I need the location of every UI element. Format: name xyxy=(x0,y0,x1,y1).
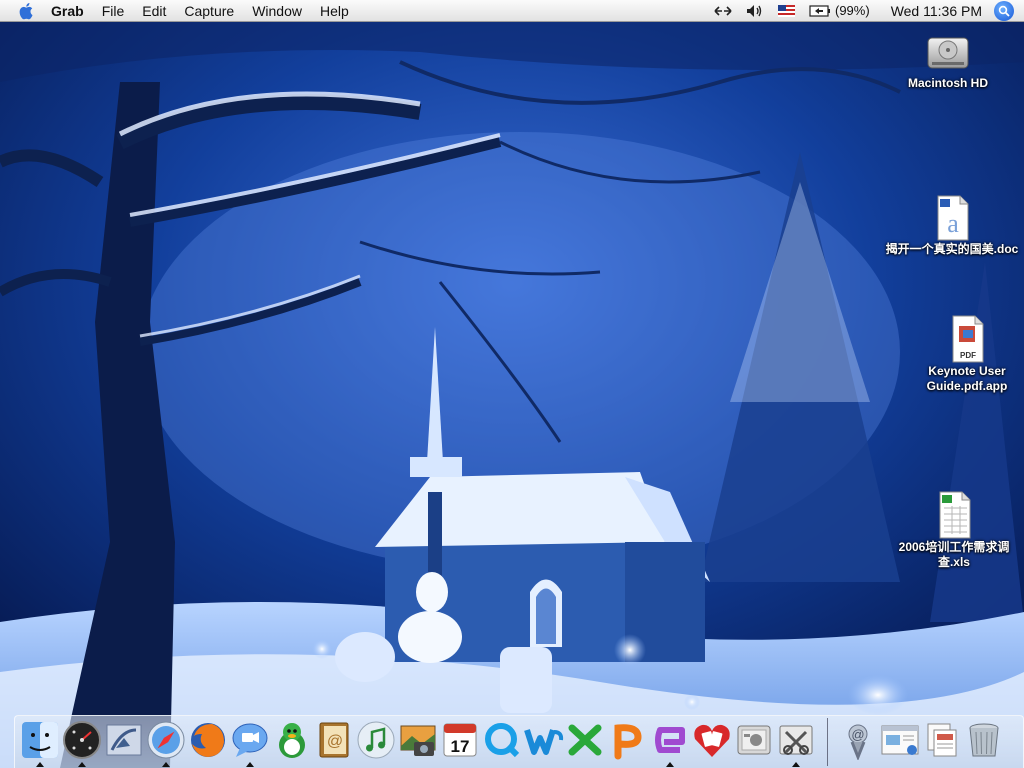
menu-extras: (99%) Wed 11:36 PM xyxy=(707,0,1024,22)
running-indicator xyxy=(666,762,674,767)
desktop-icon-label: 2006培训工作需求调 查.xls xyxy=(899,540,1010,570)
desktop-icon-doc[interactable]: a 揭开一个真实的国美.doc xyxy=(880,194,1024,257)
solitaire-icon xyxy=(694,724,730,757)
word-icon xyxy=(524,729,564,755)
dock-finder[interactable] xyxy=(20,720,60,760)
dock-system-prefs[interactable] xyxy=(734,720,774,760)
dock-safari[interactable] xyxy=(146,720,186,760)
ichat-icon xyxy=(232,723,268,757)
desktop-icon-xls[interactable]: 2006培训工作需求调 查.xls xyxy=(884,490,1024,570)
dock-ichat[interactable] xyxy=(230,720,270,760)
trash-icon xyxy=(969,723,999,757)
safari-icon xyxy=(147,721,185,759)
menu-bar: Grab File Edit Capture Window Help (99%)… xyxy=(0,0,1024,22)
firefox-icon xyxy=(191,723,225,757)
svg-text:PDF: PDF xyxy=(960,351,976,360)
menu-file[interactable]: File xyxy=(93,0,134,22)
dock-grab[interactable] xyxy=(776,720,816,760)
dock-excel[interactable] xyxy=(566,720,606,760)
menu-app-name[interactable]: Grab xyxy=(42,0,93,22)
dock-address-book[interactable]: @ xyxy=(314,720,354,760)
desktop-icon-label-line: 2006培训工作需求调 xyxy=(898,540,1010,554)
dock-trash[interactable] xyxy=(964,720,1004,760)
dashboard-icon xyxy=(63,721,101,759)
menu-edit[interactable]: Edit xyxy=(133,0,175,22)
qq-icon xyxy=(279,723,305,758)
excel-icon xyxy=(568,724,602,756)
running-indicator xyxy=(246,762,254,767)
pdf-icon: PDF xyxy=(952,315,984,363)
dock-web-document[interactable] xyxy=(880,720,920,760)
apple-menu-icon[interactable] xyxy=(12,0,42,22)
battery-percent: (99%) xyxy=(835,3,870,18)
dock-downloads-stack[interactable]: @ xyxy=(838,720,878,760)
svg-text:@: @ xyxy=(851,727,864,742)
menu-help[interactable]: Help xyxy=(311,0,358,22)
volume-icon[interactable] xyxy=(739,4,771,18)
dock-ical[interactable]: 17 xyxy=(440,720,480,760)
svg-text:a: a xyxy=(947,209,959,238)
dock-word[interactable] xyxy=(524,720,564,760)
network-sync-icon[interactable] xyxy=(707,5,739,16)
desktop-icon-label: Keynote User Guide.pdf.app xyxy=(927,364,1008,394)
finder-icon xyxy=(22,722,58,758)
system-prefs-icon xyxy=(737,725,771,755)
excel-document-icon xyxy=(939,491,971,539)
battery-icon xyxy=(809,4,830,17)
iphoto-icon xyxy=(400,725,436,756)
office-q-icon xyxy=(485,723,520,758)
dock-entourage[interactable] xyxy=(650,720,690,760)
spotlight-icon[interactable] xyxy=(994,0,1014,21)
desktop-icon-label-line: Guide.pdf.app xyxy=(926,379,1008,393)
address-book-icon: @ xyxy=(319,722,349,758)
grab-icon xyxy=(779,725,813,755)
us-flag-icon[interactable] xyxy=(771,4,802,17)
menu-window[interactable]: Window xyxy=(243,0,311,22)
downloads-stack-icon: @ xyxy=(848,724,868,760)
desktop-icon-label-line: 查.xls xyxy=(937,555,970,569)
dock-solitaire[interactable] xyxy=(692,720,732,760)
dock-separator xyxy=(827,718,828,766)
running-indicator xyxy=(36,762,44,767)
desktop-icon-label: 揭开一个真实的国美.doc xyxy=(885,242,1019,256)
running-indicator xyxy=(162,762,170,767)
mail-icon xyxy=(106,724,142,756)
dock-mail[interactable] xyxy=(104,720,144,760)
dock-document-stack[interactable] xyxy=(922,720,962,760)
dock-dashboard[interactable] xyxy=(62,720,102,760)
dock-firefox[interactable] xyxy=(188,720,228,760)
running-indicator xyxy=(78,762,86,767)
dock-itunes[interactable] xyxy=(356,720,396,760)
desktop-icon-label-line: Keynote User xyxy=(928,364,1006,378)
ical-icon: 17 xyxy=(443,723,477,757)
document-stack-icon xyxy=(927,723,957,757)
hard-drive-icon xyxy=(927,37,969,69)
running-indicator xyxy=(792,762,800,767)
word-document-icon: a xyxy=(937,195,969,241)
desktop-icon-keynote-pdf[interactable]: PDF Keynote User Guide.pdf.app xyxy=(910,314,1024,394)
menu-clock[interactable]: Wed 11:36 PM xyxy=(877,3,994,19)
dock-powerpoint[interactable] xyxy=(608,720,648,760)
powerpoint-icon xyxy=(614,724,642,760)
itunes-icon xyxy=(357,721,395,759)
desktop-icon-macintosh-hd[interactable]: Macintosh HD xyxy=(896,28,1000,91)
svg-text:@: @ xyxy=(327,733,343,750)
menu-capture[interactable]: Capture xyxy=(175,0,243,22)
dock-iphoto[interactable] xyxy=(398,720,438,760)
ical-date: 17 xyxy=(451,737,470,756)
dock-office-q[interactable] xyxy=(482,720,522,760)
dock-qq[interactable] xyxy=(272,720,312,760)
web-document-icon xyxy=(881,725,919,755)
battery-status[interactable]: (99%) xyxy=(802,3,877,18)
entourage-icon xyxy=(655,727,685,753)
desktop-icon-label: Macintosh HD xyxy=(907,76,988,90)
desktop-wallpaper xyxy=(0,22,1024,768)
